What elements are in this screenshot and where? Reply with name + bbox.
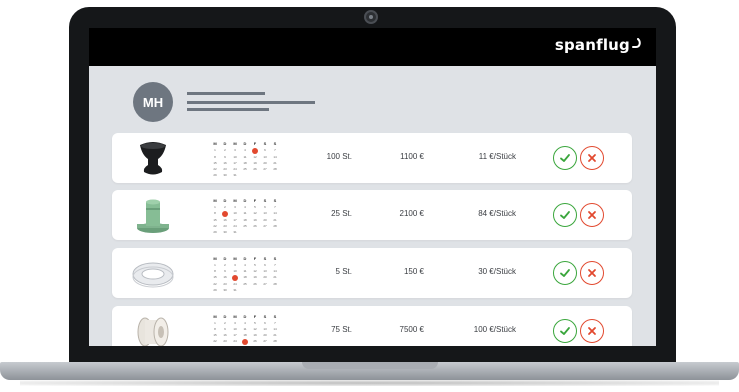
checkmark-icon [560, 327, 570, 335]
calendar-days: 1234567891011121314151617181920212223242… [213, 263, 277, 292]
app-screen: spanflug MH MDMDFSS 123456789101112131415… [89, 28, 656, 346]
total-price: 1100 € [400, 152, 424, 161]
quantity: 100 St. [326, 152, 352, 161]
product-thumbnail [132, 137, 174, 179]
total-price: 150 € [403, 267, 424, 276]
delivery-calendar[interactable]: MDMDFSS 123456789101112131415161718192021… [210, 314, 280, 346]
order-row: MDMDFSS 123456789101112131415161718192021… [112, 190, 632, 240]
close-icon [588, 269, 596, 277]
top-bar: spanflug [89, 28, 656, 66]
laptop-shadow [20, 380, 719, 386]
calendar-selected-day: 9 [222, 211, 228, 217]
total-price: 7500 € [399, 325, 424, 334]
calendar-header: MDMDFSS [213, 314, 277, 319]
calendar-days: 1234567891011121314151617181920212223242… [213, 321, 277, 345]
reject-button[interactable] [580, 203, 604, 227]
accept-button[interactable] [553, 319, 577, 343]
total-price: 2100 € [399, 209, 424, 218]
product-thumbnail [132, 194, 174, 236]
calendar-days: 1234567891011121314151617181920212223242… [213, 148, 277, 177]
order-row: MDMDFSS 123456789101112131415161718192021… [112, 306, 632, 346]
quantity: 25 St. [331, 209, 352, 218]
calendar-selected-day: 5 [252, 148, 258, 154]
laptop-mockup: spanflug MH MDMDFSS 123456789101112131415… [0, 0, 739, 392]
avatar[interactable]: MH [133, 82, 173, 122]
calendar-header: MDMDFSS [213, 198, 277, 203]
webcam-icon [364, 10, 378, 24]
accept-button[interactable] [553, 146, 577, 170]
delivery-calendar[interactable]: MDMDFSS 123456789101112131415161718192021… [210, 256, 280, 293]
product-thumbnail [132, 252, 174, 294]
accept-button[interactable] [553, 203, 577, 227]
brand-name: spanflug [554, 36, 630, 54]
reject-button[interactable] [580, 146, 604, 170]
calendar-header: MDMDFSS [213, 141, 277, 146]
calendar-header: MDMDFSS [213, 256, 277, 261]
unit-price: 30 €/Stück [478, 267, 516, 276]
unit-price: 100 €/Stück [473, 325, 516, 334]
unit-price: 84 €/Stück [478, 209, 516, 218]
unit-price: 11 €/Stück [478, 152, 516, 161]
user-detail-placeholder [187, 108, 269, 111]
delivery-calendar[interactable]: MDMDFSS 123456789101112131415161718192021… [210, 198, 280, 235]
quantity: 75 St. [331, 325, 352, 334]
checkmark-icon [560, 269, 570, 277]
user-title-placeholder [187, 101, 315, 104]
delivery-calendar[interactable]: MDMDFSS 123456789101112131415161718192021… [210, 141, 280, 178]
order-row: MDMDFSS 123456789101112131415161718192021… [112, 133, 632, 183]
brand-hook-icon [632, 38, 641, 48]
checkmark-icon [560, 211, 570, 219]
brand-logo[interactable]: spanflug [555, 36, 642, 54]
calendar-days: 1234567891011121314151617181920212223242… [213, 205, 277, 234]
laptop-notch [302, 362, 438, 369]
reject-button[interactable] [580, 319, 604, 343]
user-name-placeholder [187, 92, 265, 95]
avatar-initials: MH [142, 94, 164, 110]
quantity: 5 St. [335, 267, 352, 276]
accept-button[interactable] [553, 261, 577, 285]
order-row: MDMDFSS 123456789101112131415161718192021… [112, 248, 632, 298]
calendar-selected-day: 25 [242, 339, 248, 345]
close-icon [588, 327, 596, 335]
checkmark-icon [560, 154, 570, 162]
reject-button[interactable] [580, 261, 604, 285]
close-icon [588, 211, 596, 219]
product-thumbnail [132, 310, 174, 346]
calendar-selected-day: 17 [232, 275, 238, 281]
close-icon [588, 154, 596, 162]
